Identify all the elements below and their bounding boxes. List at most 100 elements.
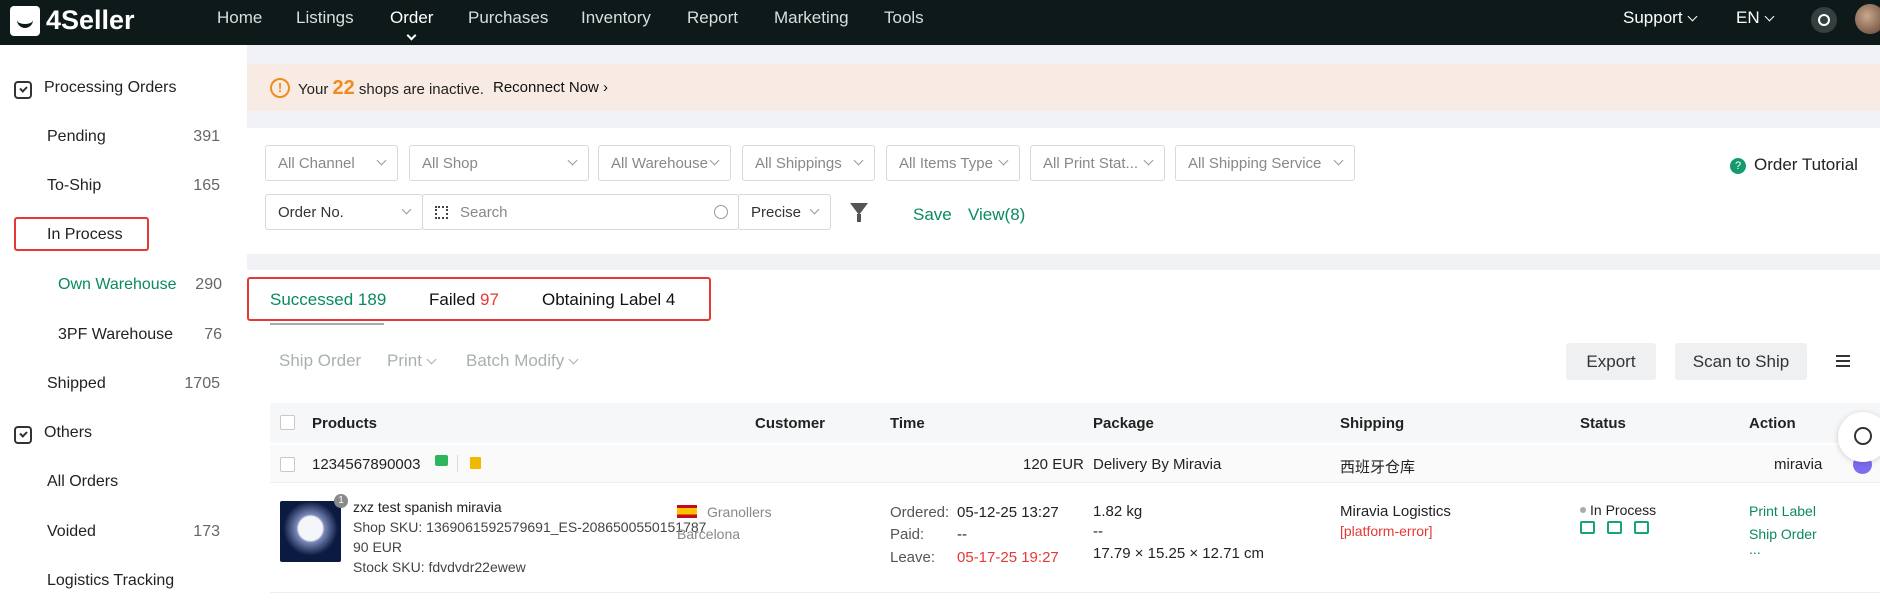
- nav-marketing[interactable]: Marketing: [774, 8, 849, 28]
- more-actions[interactable]: ...: [1749, 541, 1761, 557]
- nav-order[interactable]: Order: [390, 8, 433, 41]
- nav-home[interactable]: Home: [217, 8, 262, 28]
- print-packing-slip-icon[interactable]: [1607, 521, 1622, 534]
- warehouse-name: 西班牙仓库: [1340, 459, 1416, 476]
- sidebar-item-logistics-tracking[interactable]: Logistics Tracking: [47, 572, 174, 590]
- package-extra: --: [1093, 523, 1103, 540]
- chevron-down-icon: [567, 155, 578, 166]
- col-shipping: Shipping: [1340, 415, 1405, 432]
- settings-gear-icon[interactable]: [1811, 7, 1837, 33]
- print-menu[interactable]: Print: [387, 351, 437, 371]
- nav-listings[interactable]: Listings: [296, 8, 354, 28]
- select-all-checkbox[interactable]: [280, 415, 295, 430]
- order-number[interactable]: 1234567890003: [312, 456, 420, 473]
- print-status-select[interactable]: All Print Stat...: [1030, 145, 1165, 181]
- nav-purchases[interactable]: Purchases: [468, 8, 548, 28]
- own-warehouse-count: 290: [195, 276, 222, 293]
- items-type-value: All Items Type: [899, 155, 993, 172]
- nav-report[interactable]: Report: [687, 8, 738, 28]
- reconnect-now-link[interactable]: Reconnect Now ›: [493, 79, 608, 96]
- batch-modify-menu[interactable]: Batch Modify: [466, 351, 579, 371]
- save-filter-button[interactable]: Save: [913, 205, 952, 225]
- chevron-down-icon: [568, 354, 579, 365]
- view-filters-button[interactable]: View(8): [968, 205, 1025, 225]
- sidebar-item-pending[interactable]: Pending: [47, 128, 106, 146]
- inactive-shop-count: 22: [332, 77, 355, 99]
- reconnect-label: Reconnect Now: [493, 79, 599, 96]
- banner-message: Your 22 shops are inactive.: [298, 77, 484, 100]
- nav-tools[interactable]: Tools: [884, 8, 924, 28]
- sidebar-item-shipped[interactable]: Shipped: [47, 375, 106, 393]
- divider: [457, 455, 458, 472]
- batch-modify-label: Batch Modify: [466, 351, 565, 370]
- app-logo[interactable]: 4Seller: [10, 5, 135, 36]
- support-menu[interactable]: Support: [1623, 8, 1697, 28]
- order-status: In Process: [1580, 502, 1656, 518]
- search-placeholder: Search: [460, 204, 508, 221]
- channel-select[interactable]: All Channel: [265, 145, 398, 181]
- active-caret-icon: [406, 30, 417, 41]
- tab-obtaining-label-text: Obtaining Label: [542, 290, 662, 309]
- message-icon[interactable]: [435, 455, 448, 466]
- user-avatar[interactable]: [1855, 4, 1880, 34]
- bookmark-note-icon[interactable]: [470, 457, 481, 469]
- sidebar-item-3pf-warehouse[interactable]: 3PF Warehouse: [58, 326, 173, 344]
- language-menu[interactable]: EN: [1736, 8, 1775, 28]
- chevron-down-icon: [853, 155, 864, 166]
- print-label-icon[interactable]: [1580, 521, 1595, 534]
- sidebar-item-in-process[interactable]: In Process: [47, 226, 123, 244]
- column-settings-icon[interactable]: [1836, 355, 1850, 367]
- warehouse-select[interactable]: All Warehouse: [598, 145, 731, 181]
- export-button[interactable]: Export: [1566, 343, 1656, 380]
- support-label: Support: [1623, 8, 1683, 27]
- order-tutorial-link[interactable]: ? Order Tutorial: [1730, 155, 1858, 175]
- product-title[interactable]: zxz test spanish miravia: [353, 499, 502, 515]
- chevron-down-icon: [1143, 155, 1154, 166]
- shop-select[interactable]: All Shop: [409, 145, 589, 181]
- spain-flag-icon: [677, 505, 697, 518]
- sidebar-item-all-orders[interactable]: All Orders: [47, 473, 118, 491]
- search-list-floating-icon[interactable]: [1838, 412, 1880, 462]
- sidebar-item-own-warehouse[interactable]: Own Warehouse: [58, 276, 177, 294]
- items-type-select[interactable]: All Items Type: [886, 145, 1020, 181]
- chevron-down-icon: [809, 204, 820, 215]
- scan-to-ship-button[interactable]: Scan to Ship: [1675, 343, 1807, 380]
- 3pf-warehouse-count: 76: [204, 326, 222, 343]
- filter-funnel-icon[interactable]: [850, 203, 868, 222]
- search-input[interactable]: Search: [422, 194, 739, 230]
- print-label: Print: [387, 351, 422, 370]
- sidebar-item-voided[interactable]: Voided: [47, 523, 96, 541]
- pending-count: 391: [193, 128, 220, 145]
- nav-inventory[interactable]: Inventory: [581, 8, 651, 28]
- match-mode-select[interactable]: Precise: [738, 194, 831, 230]
- tab-obtaining-label[interactable]: Obtaining Label 4: [542, 290, 675, 310]
- tab-failed[interactable]: Failed 97: [429, 290, 499, 310]
- shipped-count: 1705: [184, 375, 220, 392]
- tab-failed-label: Failed: [429, 290, 476, 309]
- sidebar-section-processing[interactable]: Processing Orders: [44, 79, 177, 97]
- chevron-down-icon: [998, 155, 1009, 166]
- shop-sku: Shop SKU: 1369061592579691_ES-2086500550…: [353, 519, 707, 535]
- chevron-down-icon: [1687, 11, 1697, 22]
- order-checkbox[interactable]: [280, 457, 295, 472]
- chevron-down-icon: [709, 155, 720, 166]
- chevron-down-icon: [426, 354, 437, 365]
- top-navigation-bar: 4Seller Home Listings Order Purchases In…: [0, 0, 1880, 45]
- tab-successed[interactable]: Successed 189: [270, 290, 386, 310]
- order-amount: 120 EUR: [1023, 456, 1084, 473]
- order-number-type-select[interactable]: Order No.: [265, 194, 423, 230]
- shipping-carrier: Miravia Logistics: [1340, 503, 1451, 520]
- language-label: EN: [1736, 8, 1760, 27]
- shipping-service-select[interactable]: All Shipping Service: [1175, 145, 1355, 181]
- shippings-select[interactable]: All Shippings: [742, 145, 875, 181]
- match-mode-value: Precise: [751, 204, 802, 221]
- print-invoice-icon[interactable]: [1634, 521, 1649, 534]
- shipping-service-value: All Shipping Service: [1188, 155, 1322, 172]
- ship-order-button[interactable]: Ship Order: [279, 351, 361, 371]
- sidebar-item-to-ship[interactable]: To-Ship: [47, 177, 101, 195]
- sidebar-section-others[interactable]: Others: [44, 424, 92, 442]
- ship-order-action[interactable]: Ship Order: [1749, 526, 1817, 542]
- product-thumbnail[interactable]: [280, 501, 341, 562]
- print-label-action[interactable]: Print Label: [1749, 503, 1816, 519]
- search-icon[interactable]: [714, 205, 728, 219]
